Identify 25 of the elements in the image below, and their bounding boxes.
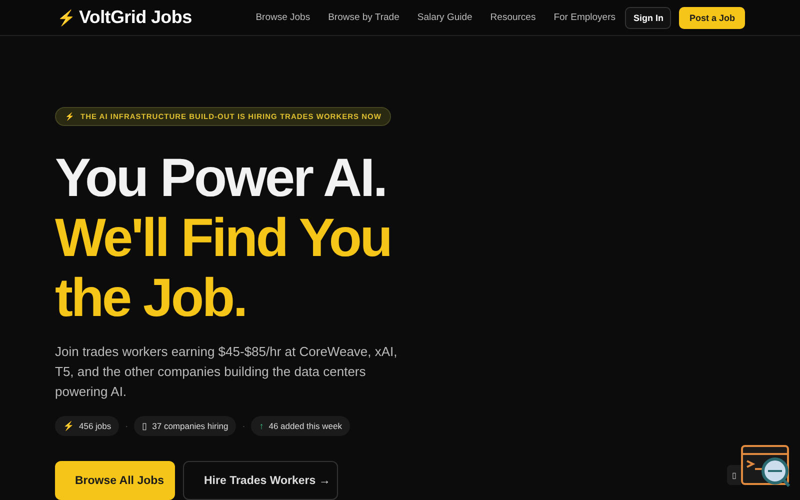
feedback-button[interactable]: ▯ — [727, 465, 741, 485]
nav-link[interactable]: Browse Jobs — [256, 12, 310, 23]
stat-text: 37 companies hiring — [152, 421, 228, 431]
window-magnifier-icon[interactable] — [741, 445, 791, 488]
stat-text: 46 added this week — [268, 421, 342, 431]
sign-in-button[interactable]: Sign In — [625, 6, 672, 28]
stat-text: 456 jobs — [79, 421, 112, 431]
headline-line: We'll Find You — [55, 208, 391, 268]
nav-link[interactable]: For Employers — [554, 12, 616, 23]
logo[interactable]: VoltGrid Jobs — [79, 7, 192, 28]
bolt-icon: ⚡ — [57, 8, 76, 26]
box-icon: ▯ — [142, 421, 148, 431]
headline-line: the Job. — [55, 268, 246, 328]
nav-link[interactable]: Salary Guide — [417, 12, 472, 23]
post-job-button[interactable]: Post a Job — [679, 6, 745, 28]
subtitle: Join trades workers earning $45-$85/hr at CoreWeave, xAI, T5, and the other companies building the data centers powering AI. — [55, 343, 398, 401]
arrow-up-icon: ↑ — [259, 421, 264, 431]
hire-button[interactable]: Hire Trades Workers → — [183, 461, 338, 500]
separator-dot: · — [125, 421, 128, 431]
browse-jobs-button[interactable]: Browse All Jobs — [55, 461, 175, 500]
nav-link[interactable]: Browse by Trade — [328, 12, 400, 23]
headline-line: You Power AI. — [55, 148, 386, 208]
nav-link[interactable]: Resources — [490, 12, 536, 23]
bolt-icon: ⚡ — [63, 421, 74, 431]
separator-dot: · — [242, 421, 246, 431]
